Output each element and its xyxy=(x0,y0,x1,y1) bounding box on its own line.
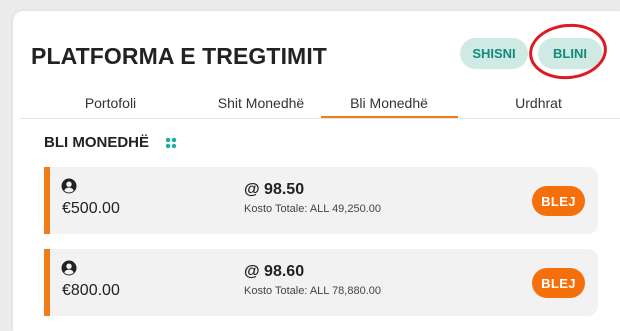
tab-orders[interactable]: Urdhrat xyxy=(457,88,620,117)
section-title: BLI MONEDHË xyxy=(44,134,149,151)
tab-sell-currency[interactable]: Shit Monedhë xyxy=(201,88,321,117)
order-amount: €500.00 xyxy=(62,200,120,217)
tab-divider xyxy=(20,118,620,119)
dots-grid-icon xyxy=(165,137,177,149)
tab-buy-currency[interactable]: Bli Monedhë xyxy=(321,88,457,117)
order-total-cost: Kosto Totale: ALL 78,880.00 xyxy=(244,285,382,297)
order-item: €800.00 @ 98.60 Kosto Totale: ALL 78,880… xyxy=(44,249,598,316)
order-price: @ 98.50 xyxy=(244,181,305,198)
order-amount: €800.00 xyxy=(62,282,120,299)
order-price: @ 98.60 xyxy=(244,263,305,280)
order-total-cost: Kosto Totale: ALL 49,250.00 xyxy=(244,203,382,215)
user-icon xyxy=(61,178,77,194)
sell-button[interactable]: SHISNI xyxy=(460,38,528,69)
tab-bar: Portofoli Shit Monedhë Bli Monedhë Urdhr… xyxy=(20,88,620,118)
buy-order-button[interactable]: BLEJ xyxy=(532,186,585,216)
tab-portfolio[interactable]: Portofoli xyxy=(20,88,201,117)
user-icon xyxy=(61,260,77,276)
buy-order-button[interactable]: BLEJ xyxy=(532,268,585,298)
page-title: PLATFORMA E TREGTIMIT xyxy=(31,43,327,69)
order-item: €500.00 @ 98.50 Kosto Totale: ALL 49,250… xyxy=(44,167,598,234)
